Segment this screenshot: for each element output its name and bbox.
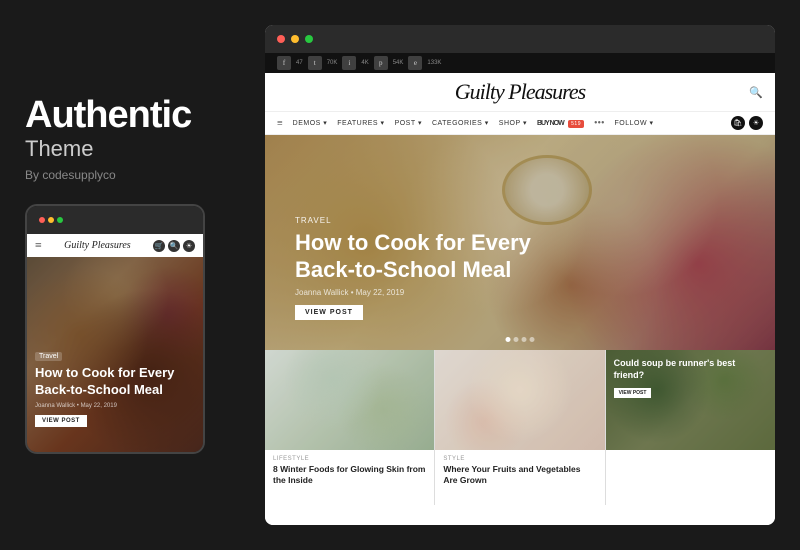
grid-card-3-title: Could soup be runner's best friend?: [614, 358, 767, 381]
site-logo: Guilty Pleasures: [455, 79, 585, 105]
desktop-minimize-dot[interactable]: [291, 35, 299, 43]
hero-content: Travel How to Cook for Every Back-to-Sch…: [295, 216, 545, 320]
hero-dot-1[interactable]: [506, 337, 511, 342]
left-panel: Authentic Theme By codesupplyco ≡ Guilty…: [25, 96, 235, 454]
grid-card-1-text: Lifestyle 8 Winter Foods for Glowing Ski…: [265, 450, 434, 492]
mobile-hero-tag: Travel: [35, 352, 62, 361]
desktop-grid-section: Lifestyle 8 Winter Foods for Glowing Ski…: [265, 350, 775, 505]
mobile-search-icon[interactable]: 🔍: [168, 240, 180, 252]
mobile-minimize-dot[interactable]: [48, 217, 54, 223]
mobile-hero-section: Travel How to Cook for Every Back-to-Sch…: [27, 257, 203, 452]
twitter-icon[interactable]: t: [308, 56, 322, 70]
desktop-content: f 47 t 70K i 4K p 54K e 133K Guilty Plea…: [265, 53, 775, 525]
grid-card-1-title: 8 Winter Foods for Glowing Skin from the…: [273, 464, 426, 486]
grid-card-2: Style Where Your Fruits and Vegetables A…: [435, 350, 604, 505]
desktop-maximize-dot[interactable]: [305, 35, 313, 43]
grid-card-2-tag: Style: [443, 456, 596, 462]
grid-card-3-content: Could soup be runner's best friend? VIEW…: [614, 358, 767, 399]
grid-card-1-overlay: [265, 350, 434, 450]
facebook-icon[interactable]: f: [277, 56, 291, 70]
nav-follow[interactable]: FOLLOW ▾: [615, 119, 654, 127]
mobile-hero-author: Joanna Wallick • May 22, 2019: [35, 403, 195, 409]
social-bar: f 47 t 70K i 4K p 54K e 133K: [265, 53, 775, 73]
nav-more-dots[interactable]: •••: [594, 118, 605, 129]
grid-card-2-text: Style Where Your Fruits and Vegetables A…: [435, 450, 604, 492]
nav-buy-now[interactable]: BUY NOW 519: [537, 120, 584, 127]
desktop-top-bar: [265, 25, 775, 53]
mobile-hero-title: How to Cook for Every Back-to-School Mea…: [35, 365, 195, 399]
mobile-nav-bar: ≡ Guilty Pleasures 🛒 🔍 ☀: [27, 234, 203, 257]
grid-card-1: Lifestyle 8 Winter Foods for Glowing Ski…: [265, 350, 434, 505]
buy-now-badge: 519: [568, 120, 584, 128]
nav-categories[interactable]: CATEGORIES ▾: [432, 119, 489, 127]
mobile-mockup: ≡ Guilty Pleasures 🛒 🔍 ☀ Travel How to C…: [25, 204, 205, 454]
nav-user-icon[interactable]: ☀: [749, 116, 763, 130]
desktop-hero: Travel How to Cook for Every Back-to-Sch…: [265, 135, 775, 350]
search-icon[interactable]: 🔍: [749, 86, 763, 99]
mobile-logo: Guilty Pleasures: [64, 240, 131, 251]
brand-name: Authentic Theme By codesupplyco: [25, 96, 235, 182]
nav-post[interactable]: POST ▾: [395, 119, 422, 127]
email-icon[interactable]: e: [408, 56, 422, 70]
mobile-user-icon[interactable]: ☀: [183, 240, 195, 252]
hero-meta: Joanna Wallick • May 22, 2019: [295, 288, 545, 297]
hero-dot-3[interactable]: [522, 337, 527, 342]
hero-dot-4[interactable]: [530, 337, 535, 342]
mobile-close-dot[interactable]: [39, 217, 45, 223]
hamburger-icon[interactable]: ≡: [277, 118, 283, 129]
mobile-nav-icons: 🛒 🔍 ☀: [153, 240, 195, 252]
hero-title: How to Cook for Every Back-to-School Mea…: [295, 230, 545, 283]
grid-card-1-tag: Lifestyle: [273, 456, 426, 462]
desktop-close-dot[interactable]: [277, 35, 285, 43]
grid-card-3: Could soup be runner's best friend? VIEW…: [606, 350, 775, 505]
grid-card-2-title: Where Your Fruits and Vegetables Are Gro…: [443, 464, 596, 486]
nav-shop[interactable]: SHOP ▾: [499, 119, 527, 127]
nav-demos[interactable]: DEMOS ▾: [293, 119, 328, 127]
hero-dot-2[interactable]: [514, 337, 519, 342]
hero-tag: Travel: [295, 216, 545, 225]
nav-bag-icon[interactable]: 🛍: [731, 116, 745, 130]
desktop-nav-bar: ≡ DEMOS ▾ FEATURES ▾ POST ▾ CATEGORIES ▾…: [265, 111, 775, 135]
mobile-hero-content: Travel How to Cook for Every Back-to-Sch…: [35, 345, 195, 427]
desktop-mockup: f 47 t 70K i 4K p 54K e 133K Guilty Plea…: [265, 25, 775, 525]
mobile-cart-icon[interactable]: 🛒: [153, 240, 165, 252]
mobile-hamburger-icon[interactable]: ≡: [35, 238, 42, 253]
logo-row: Guilty Pleasures 🔍: [265, 73, 775, 111]
mobile-maximize-dot[interactable]: [57, 217, 63, 223]
grid-card-3-view-post-button[interactable]: VIEW POST: [614, 388, 652, 398]
hero-view-post-button[interactable]: VIEW POST: [295, 305, 363, 320]
hero-dots-indicator: [506, 337, 535, 342]
grid-card-2-overlay: [435, 350, 604, 450]
mobile-view-post-button[interactable]: VIEW POST: [35, 415, 87, 427]
instagram-icon[interactable]: i: [342, 56, 356, 70]
mobile-traffic-lights: [39, 217, 63, 223]
nav-icons-right: 🛍 ☀: [731, 116, 763, 130]
mobile-top-bar: [27, 206, 203, 234]
nav-features[interactable]: FEATURES ▾: [337, 119, 384, 127]
pinterest-icon[interactable]: p: [374, 56, 388, 70]
social-icons-row: f 47 t 70K i 4K p 54K e 133K: [277, 56, 441, 70]
